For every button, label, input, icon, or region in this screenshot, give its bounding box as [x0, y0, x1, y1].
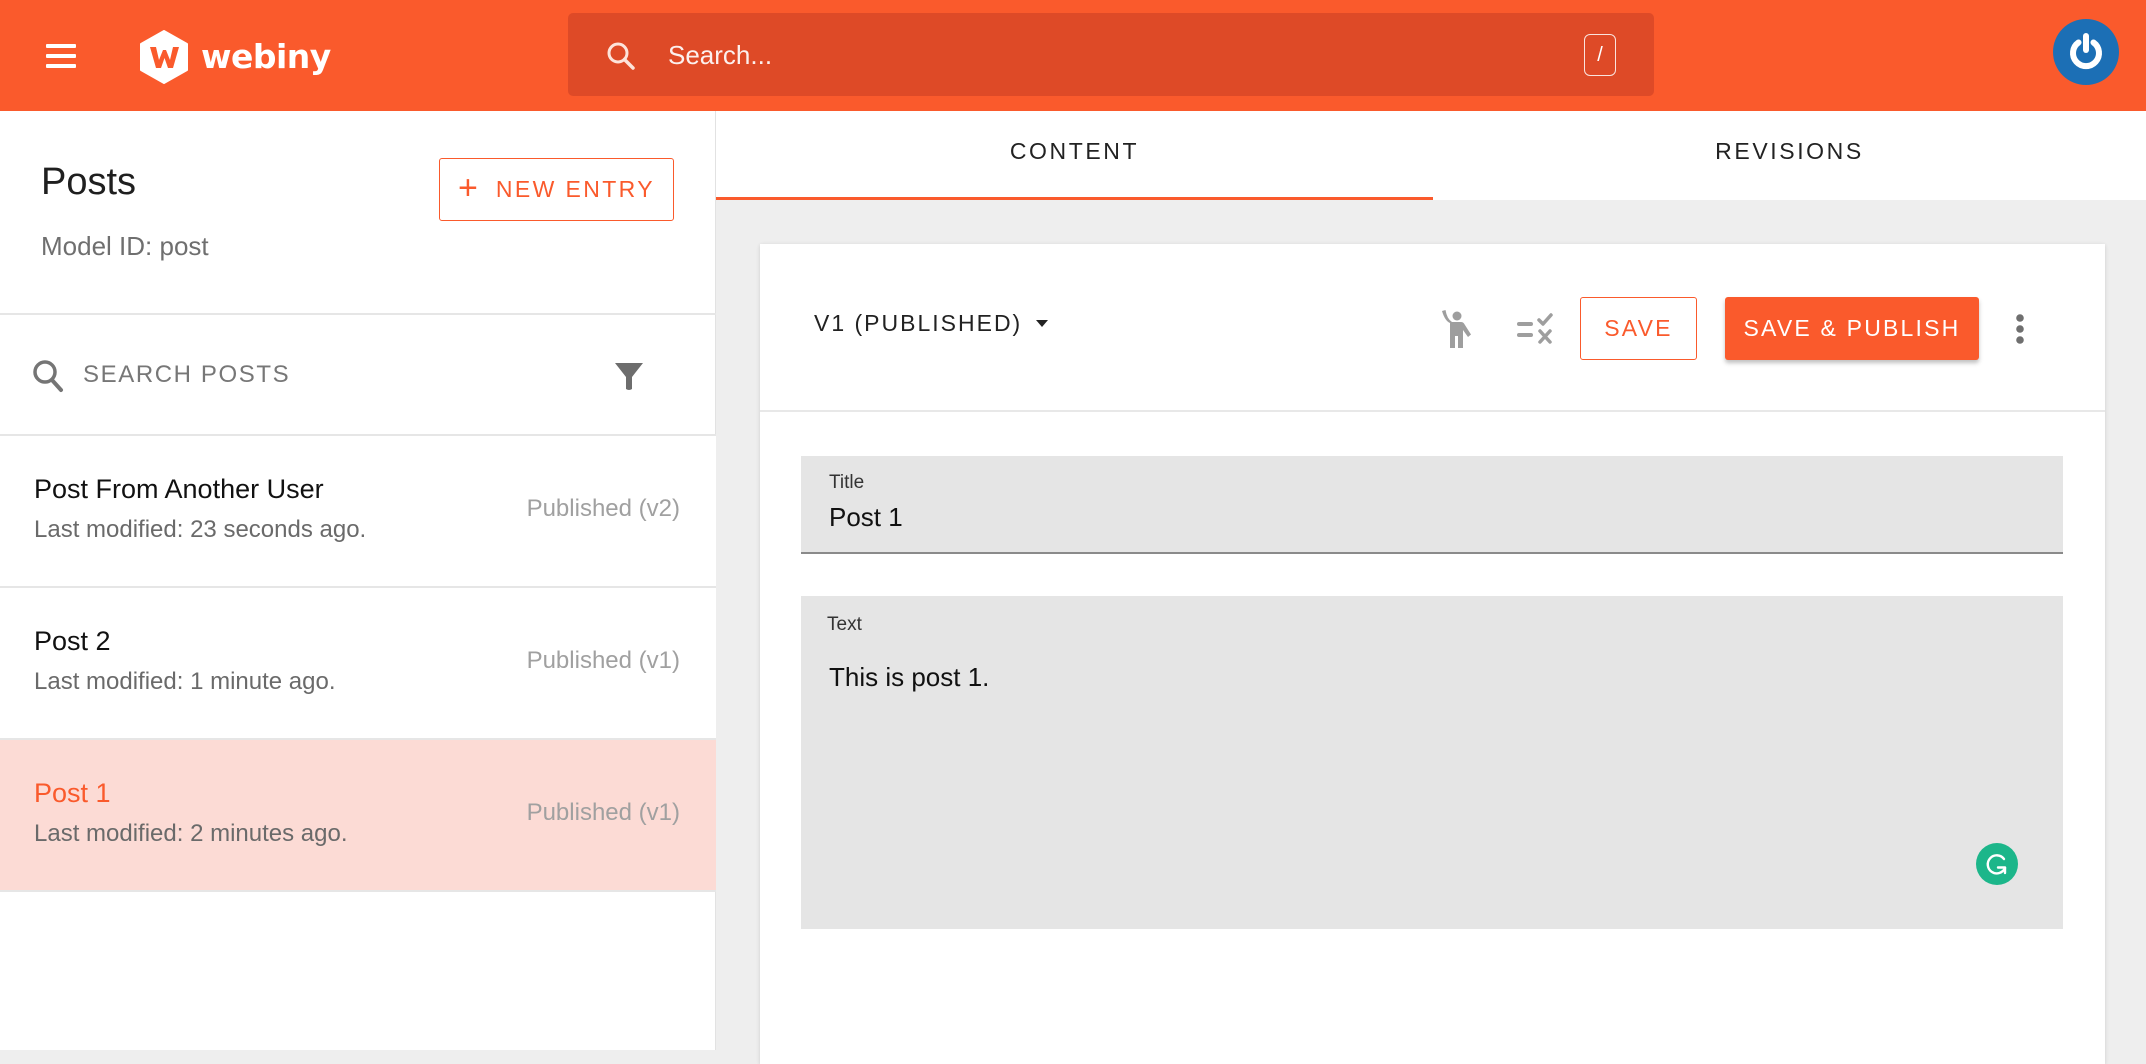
list-item-selected[interactable]: Post 1 Last modified: 2 minutes ago. Pub…	[0, 740, 716, 892]
entry-modified: Last modified: 1 minute ago.	[34, 668, 336, 695]
webiny-logo-icon	[140, 30, 188, 84]
filter-icon[interactable]	[612, 359, 646, 393]
title-field-value[interactable]: Post 1	[829, 502, 903, 533]
list-item[interactable]: Post From Another User Last modified: 23…	[0, 436, 716, 588]
logo-text: webiny	[201, 36, 331, 76]
list-item[interactable]: Post 2 Last modified: 1 minute ago. Publ…	[0, 588, 716, 740]
grammarly-icon	[1986, 854, 2007, 875]
text-field-value[interactable]: This is post 1.	[829, 662, 989, 693]
menu-icon[interactable]	[42, 38, 80, 74]
webiny-logo[interactable]: webiny	[139, 30, 331, 84]
revision-selector-label: V1 (PUBLISHED)	[814, 310, 1023, 336]
search-shortcut-key: /	[1584, 34, 1616, 76]
page-title: Posts	[41, 161, 137, 203]
power-icon	[2070, 33, 2102, 70]
model-id: Model ID: post	[41, 231, 209, 261]
top-bar: webiny /	[0, 0, 2146, 111]
editor-tabs: CONTENT REVISIONS	[716, 111, 2146, 200]
user-avatar[interactable]	[2053, 19, 2119, 85]
checklist-icon[interactable]	[1515, 312, 1559, 348]
global-search[interactable]: /	[568, 13, 1654, 96]
entry-modified: Last modified: 2 minutes ago.	[34, 820, 348, 847]
revision-selector[interactable]: V1 (PUBLISHED)	[814, 310, 1049, 337]
search-icon	[33, 360, 63, 392]
editor-toolbar: V1 (PUBLISHED) SAVE SAVE & PUBLISH	[760, 244, 2105, 412]
caret-down-icon	[1036, 320, 1049, 327]
entry-title: Post 1	[34, 778, 111, 808]
global-search-input[interactable]	[668, 33, 1528, 77]
entries-panel-header: Posts Model ID: post + NEW ENTRY	[0, 111, 716, 315]
more-vertical-icon[interactable]	[2010, 310, 2030, 350]
active-tab-indicator	[716, 197, 1433, 200]
entry-title: Post 2	[34, 626, 111, 656]
grammarly-button[interactable]	[1976, 843, 2018, 885]
new-entry-label: NEW ENTRY	[495, 176, 656, 202]
tab-content[interactable]: CONTENT	[716, 111, 1433, 200]
tab-revisions[interactable]: REVISIONS	[1433, 111, 2146, 200]
text-field[interactable]: Text This is post 1.	[801, 596, 2063, 929]
entry-status: Published (v1)	[526, 799, 680, 826]
entry-title: Post From Another User	[34, 474, 324, 504]
search-posts-input[interactable]	[83, 353, 563, 397]
entry-modified: Last modified: 23 seconds ago.	[34, 516, 367, 543]
text-field-label: Text	[827, 614, 862, 635]
entries-panel: Posts Model ID: post + NEW ENTRY Post Fr…	[0, 111, 716, 1050]
title-field[interactable]: Title Post 1	[801, 456, 2063, 554]
person-raising-hand-icon[interactable]	[1436, 308, 1476, 352]
entry-status: Published (v1)	[526, 647, 680, 674]
title-field-label: Title	[829, 472, 865, 493]
entries-list: Post From Another User Last modified: 23…	[0, 436, 716, 892]
new-entry-button[interactable]: + NEW ENTRY	[439, 158, 674, 221]
plus-icon: +	[457, 169, 478, 207]
save-and-publish-button[interactable]: SAVE & PUBLISH	[1725, 297, 1979, 360]
entry-status: Published (v2)	[526, 495, 680, 522]
save-button[interactable]: SAVE	[1580, 297, 1697, 360]
search-icon	[607, 42, 635, 70]
entry-editor-card: V1 (PUBLISHED) SAVE SAVE & PUBLISH Title…	[760, 244, 2105, 1064]
entries-search	[0, 315, 716, 436]
